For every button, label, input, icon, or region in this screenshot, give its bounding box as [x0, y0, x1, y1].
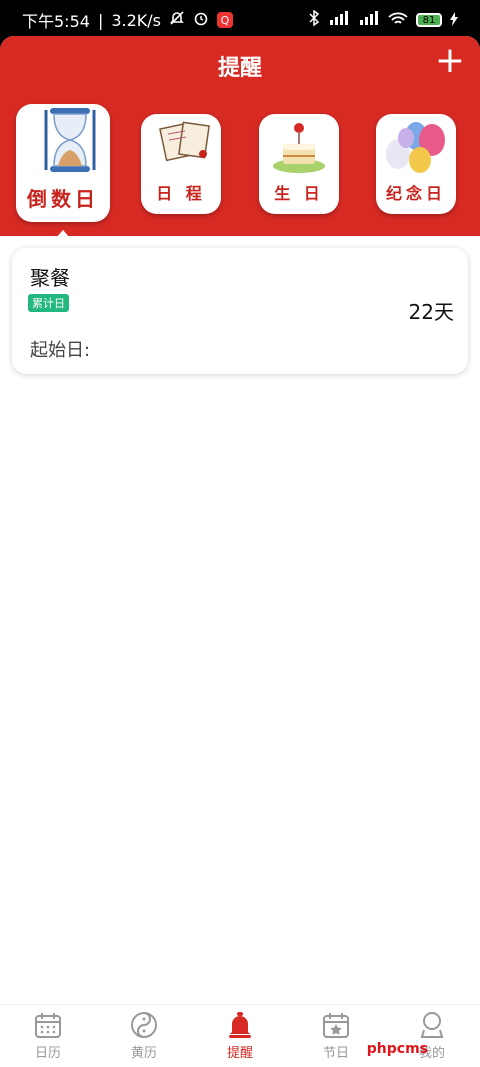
category-anniversary[interactable]: 纪念日: [376, 114, 456, 214]
category-bar: 倒数日 日 程 生 日 纪念日: [0, 104, 480, 239]
signal-icon-2: [358, 11, 380, 29]
nav-festival[interactable]: 节日: [288, 1005, 384, 1067]
notebook-icon: [141, 114, 221, 184]
wifi-icon: [388, 11, 408, 30]
event-day-count: 22天: [408, 300, 454, 324]
battery-icon: 81: [416, 13, 442, 27]
bottom-nav: 日历 黄历 提醒 节日 我的 phpcms: [0, 1004, 480, 1067]
event-start-label: 起始日:: [30, 340, 91, 361]
status-speed: 3.2K/s: [111, 10, 161, 30]
category-schedule[interactable]: 日 程: [141, 114, 221, 214]
header: 提醒 + 倒数日 日 程 生 日 纪念日: [0, 36, 480, 239]
category-birthday[interactable]: 生 日: [259, 114, 339, 214]
app-screen: 提醒 + 倒数日 日 程 生 日 纪念日 聚餐 累计日 22天 起始日: 日历 …: [0, 36, 480, 1067]
signal-icon-1: [328, 11, 350, 29]
hourglass-icon: [16, 104, 110, 187]
balloons-icon: [376, 114, 456, 184]
event-type-badge: 累计日: [28, 294, 69, 312]
calendar-icon: [35, 1013, 61, 1038]
active-indicator: [55, 230, 71, 239]
nav-label: 黄历: [130, 1046, 157, 1061]
category-countdown[interactable]: 倒数日: [16, 104, 110, 222]
nav-almanac[interactable]: 黄历: [96, 1005, 192, 1067]
yin-yang-icon: [131, 1012, 157, 1038]
status-right: 81: [308, 9, 458, 30]
category-label: 生 日: [274, 184, 324, 203]
profile-icon: [420, 1012, 444, 1038]
charging-icon: [450, 11, 458, 30]
status-time: 下午5:54: [22, 12, 90, 31]
nav-label: 日历: [34, 1046, 61, 1061]
category-label: 纪念日: [385, 184, 446, 203]
app-notification-icon: Q: [217, 12, 233, 28]
nav-calendar[interactable]: 日历: [0, 1005, 96, 1067]
status-bar: 下午5:54 | 3.2K/s Q 81: [0, 0, 480, 40]
mute-icon: [169, 10, 185, 30]
status-divider: |: [97, 10, 104, 30]
bell-icon: [229, 1012, 251, 1038]
alarm-icon: [193, 10, 209, 30]
status-left: 下午5:54 | 3.2K/s Q: [22, 8, 233, 32]
add-button[interactable]: +: [434, 43, 466, 79]
page-title: 提醒: [217, 56, 262, 81]
event-title: 聚餐: [30, 266, 70, 290]
watermark: phpcms: [366, 1041, 428, 1057]
nav-profile[interactable]: 我的: [384, 1005, 480, 1067]
nav-label: 提醒: [226, 1046, 253, 1061]
category-label: 倒数日: [27, 187, 99, 211]
nav-label: 节日: [322, 1046, 349, 1061]
bluetooth-icon: [308, 9, 320, 30]
festival-calendar-icon: [323, 1013, 349, 1038]
cake-icon: [259, 114, 339, 184]
nav-reminder[interactable]: 提醒: [192, 1005, 288, 1067]
category-label: 日 程: [156, 184, 206, 203]
event-card[interactable]: 聚餐 累计日 22天 起始日:: [12, 248, 468, 374]
